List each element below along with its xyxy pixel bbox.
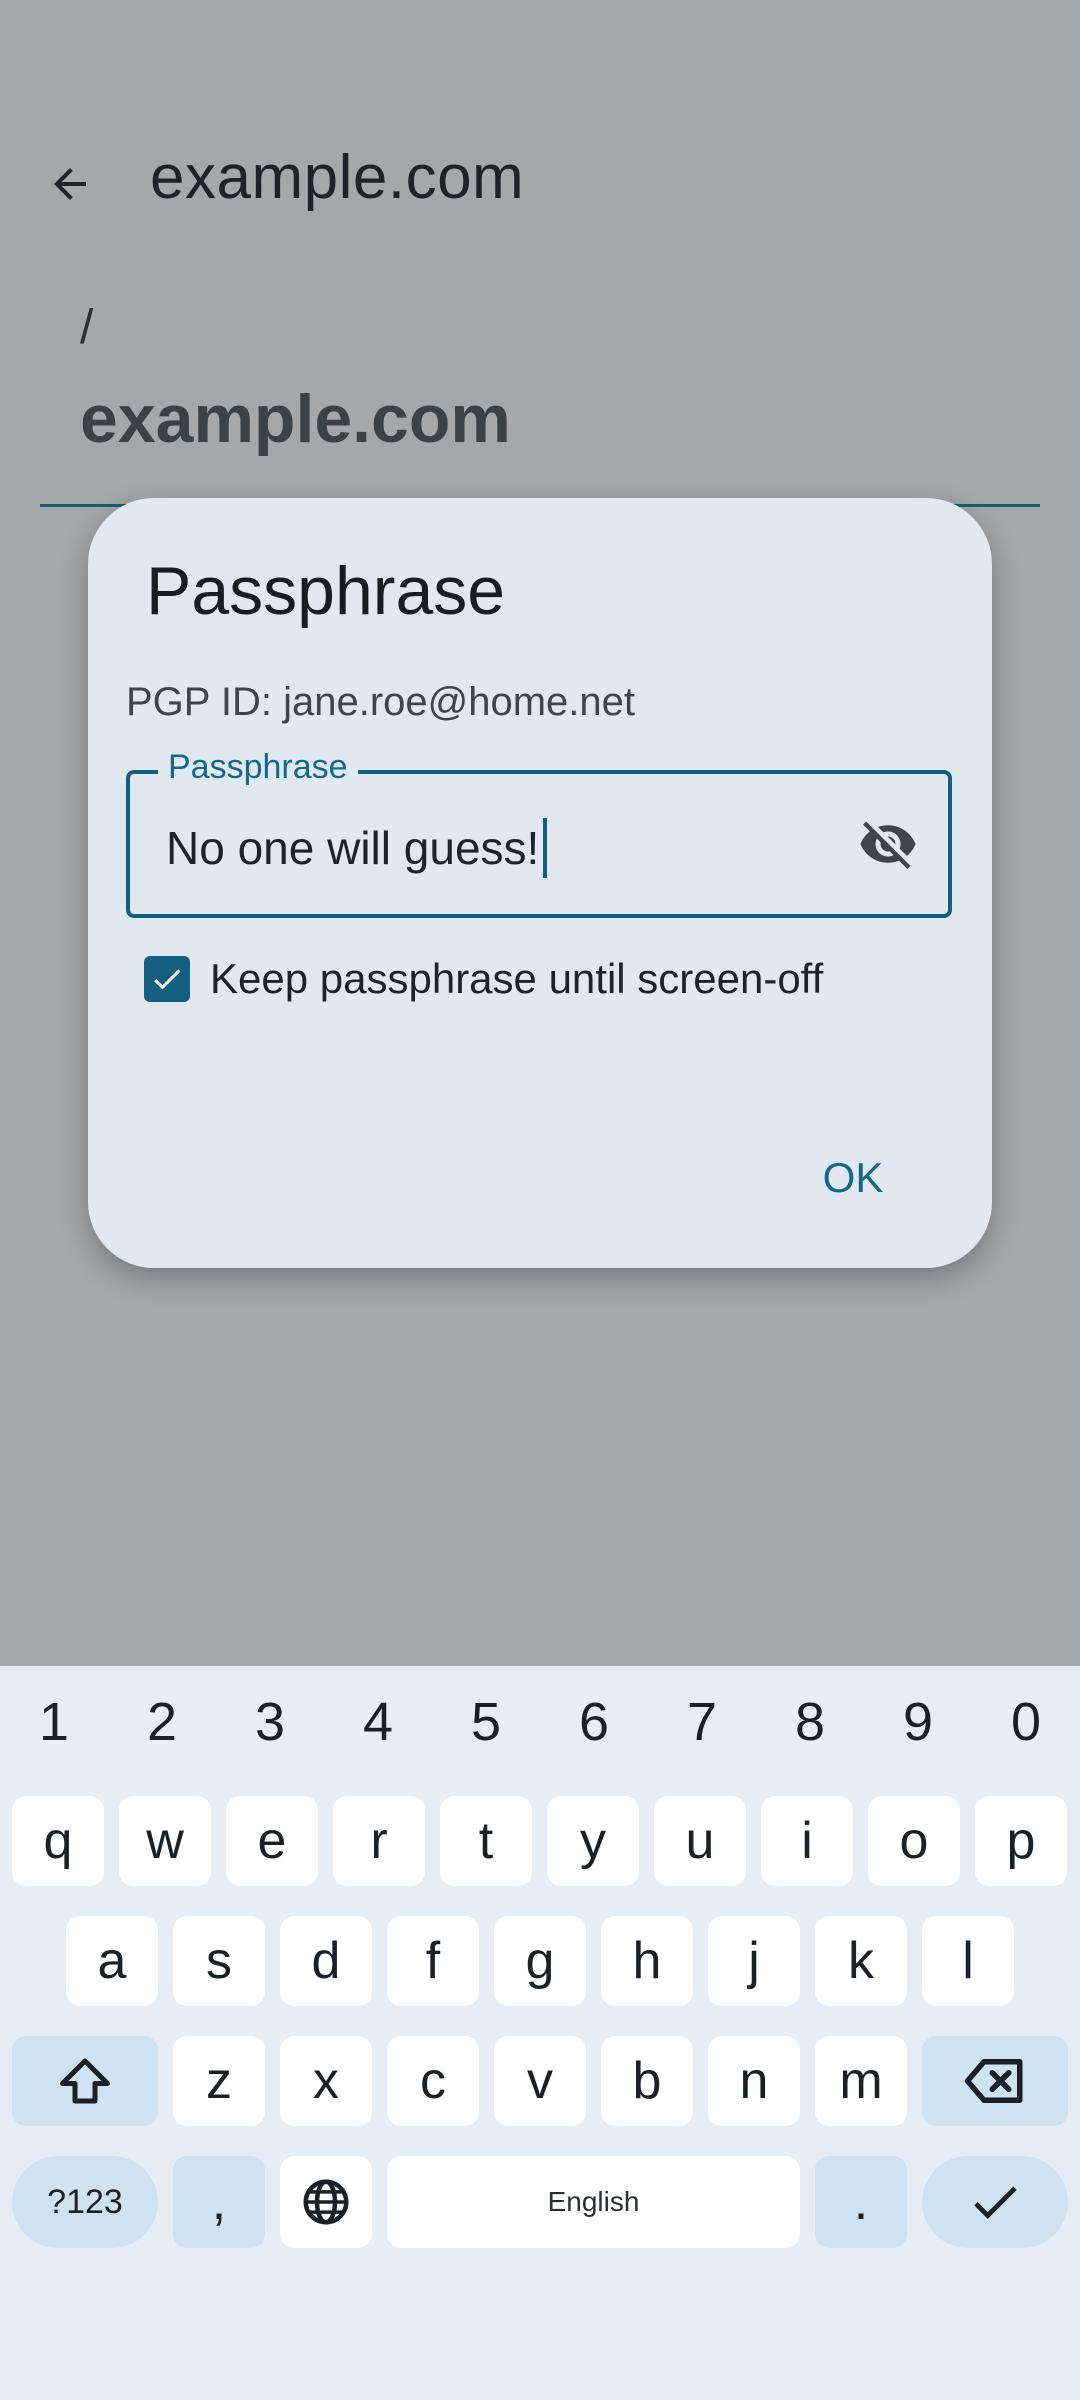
key-5[interactable]: 5	[436, 1691, 536, 1753]
back-button[interactable]	[36, 150, 104, 218]
key-x[interactable]: x	[280, 2036, 372, 2126]
key-r[interactable]: r	[333, 1796, 425, 1886]
app-bar: example.com	[0, 120, 1080, 240]
key-8[interactable]: 8	[760, 1691, 860, 1753]
key-w[interactable]: w	[119, 1796, 211, 1886]
symbols-key[interactable]: ?123	[12, 2156, 158, 2248]
key-p[interactable]: p	[975, 1796, 1067, 1886]
checkmark-icon	[154, 969, 181, 990]
key-a[interactable]: a	[66, 1916, 158, 2006]
passphrase-input-value: No one will guess!	[166, 822, 540, 874]
done-key[interactable]	[922, 2156, 1068, 2248]
key-z[interactable]: z	[173, 2036, 265, 2126]
key-n[interactable]: n	[708, 2036, 800, 2126]
passphrase-field-label: Passphrase	[158, 748, 358, 787]
space-key[interactable]: English	[387, 2156, 800, 2248]
ok-button[interactable]: OK	[788, 1138, 918, 1218]
done-icon	[974, 2186, 1017, 2219]
pgp-id-text: PGP ID: jane.roe@home.net	[126, 680, 636, 724]
language-key[interactable]	[280, 2156, 372, 2248]
number-row: 1 2 3 4 5 6 7 8 9 0	[0, 1666, 1080, 1778]
key-g[interactable]: g	[494, 1916, 586, 2006]
key-1[interactable]: 1	[4, 1691, 104, 1753]
keep-passphrase-label: Keep passphrase until screen-off	[210, 955, 824, 1002]
key-u[interactable]: u	[654, 1796, 746, 1886]
passphrase-field[interactable]: Passphrase No one will guess!	[126, 748, 952, 918]
app-bar-title: example.com	[150, 143, 525, 212]
passphrase-input[interactable]: No one will guess!	[166, 818, 548, 878]
comma-key[interactable]: ,	[173, 2156, 265, 2248]
key-0[interactable]: 0	[976, 1691, 1076, 1753]
toggle-visibility-button[interactable]	[854, 810, 922, 878]
path-separator: /	[80, 301, 94, 354]
backspace-key[interactable]	[922, 2036, 1068, 2126]
key-i[interactable]: i	[761, 1796, 853, 1886]
shift-key[interactable]	[12, 2036, 158, 2126]
key-t[interactable]: t	[440, 1796, 532, 1886]
key-2[interactable]: 2	[112, 1691, 212, 1753]
keep-passphrase-row[interactable]: Keep passphrase until screen-off	[144, 952, 823, 1006]
key-e[interactable]: e	[226, 1796, 318, 1886]
key-f[interactable]: f	[387, 1916, 479, 2006]
shift-icon	[60, 2058, 110, 2104]
key-4[interactable]: 4	[328, 1691, 428, 1753]
soft-keyboard: 1 2 3 4 5 6 7 8 9 0 q w e r t y u i o p …	[0, 1666, 1080, 2400]
key-b[interactable]: b	[601, 2036, 693, 2126]
key-y[interactable]: y	[547, 1796, 639, 1886]
key-v[interactable]: v	[494, 2036, 586, 2126]
key-m[interactable]: m	[815, 2036, 907, 2126]
key-o[interactable]: o	[868, 1796, 960, 1886]
key-k[interactable]: k	[815, 1916, 907, 2006]
key-6[interactable]: 6	[544, 1691, 644, 1753]
visibility-off-icon	[860, 821, 916, 869]
key-s[interactable]: s	[173, 1916, 265, 2006]
key-d[interactable]: d	[280, 1916, 372, 2006]
backspace-icon	[964, 2059, 1023, 2103]
path-name: example.com	[80, 381, 511, 457]
key-h[interactable]: h	[601, 1916, 693, 2006]
key-j[interactable]: j	[708, 1916, 800, 2006]
passphrase-dialog: Passphrase PGP ID: jane.roe@home.net Pas…	[88, 498, 992, 1268]
text-cursor	[543, 818, 548, 878]
arrow-back-icon	[54, 168, 86, 200]
key-c[interactable]: c	[387, 2036, 479, 2126]
screen: example.com / example.com Passphrase PGP…	[0, 0, 1080, 2400]
keep-passphrase-checkbox[interactable]	[144, 956, 190, 1002]
period-key[interactable]: .	[815, 2156, 907, 2248]
key-l[interactable]: l	[922, 1916, 1014, 2006]
globe-icon	[303, 2179, 349, 2225]
key-3[interactable]: 3	[220, 1691, 320, 1753]
key-9[interactable]: 9	[868, 1691, 968, 1753]
dialog-title: Passphrase	[146, 553, 506, 629]
key-7[interactable]: 7	[652, 1691, 752, 1753]
key-q[interactable]: q	[12, 1796, 104, 1886]
